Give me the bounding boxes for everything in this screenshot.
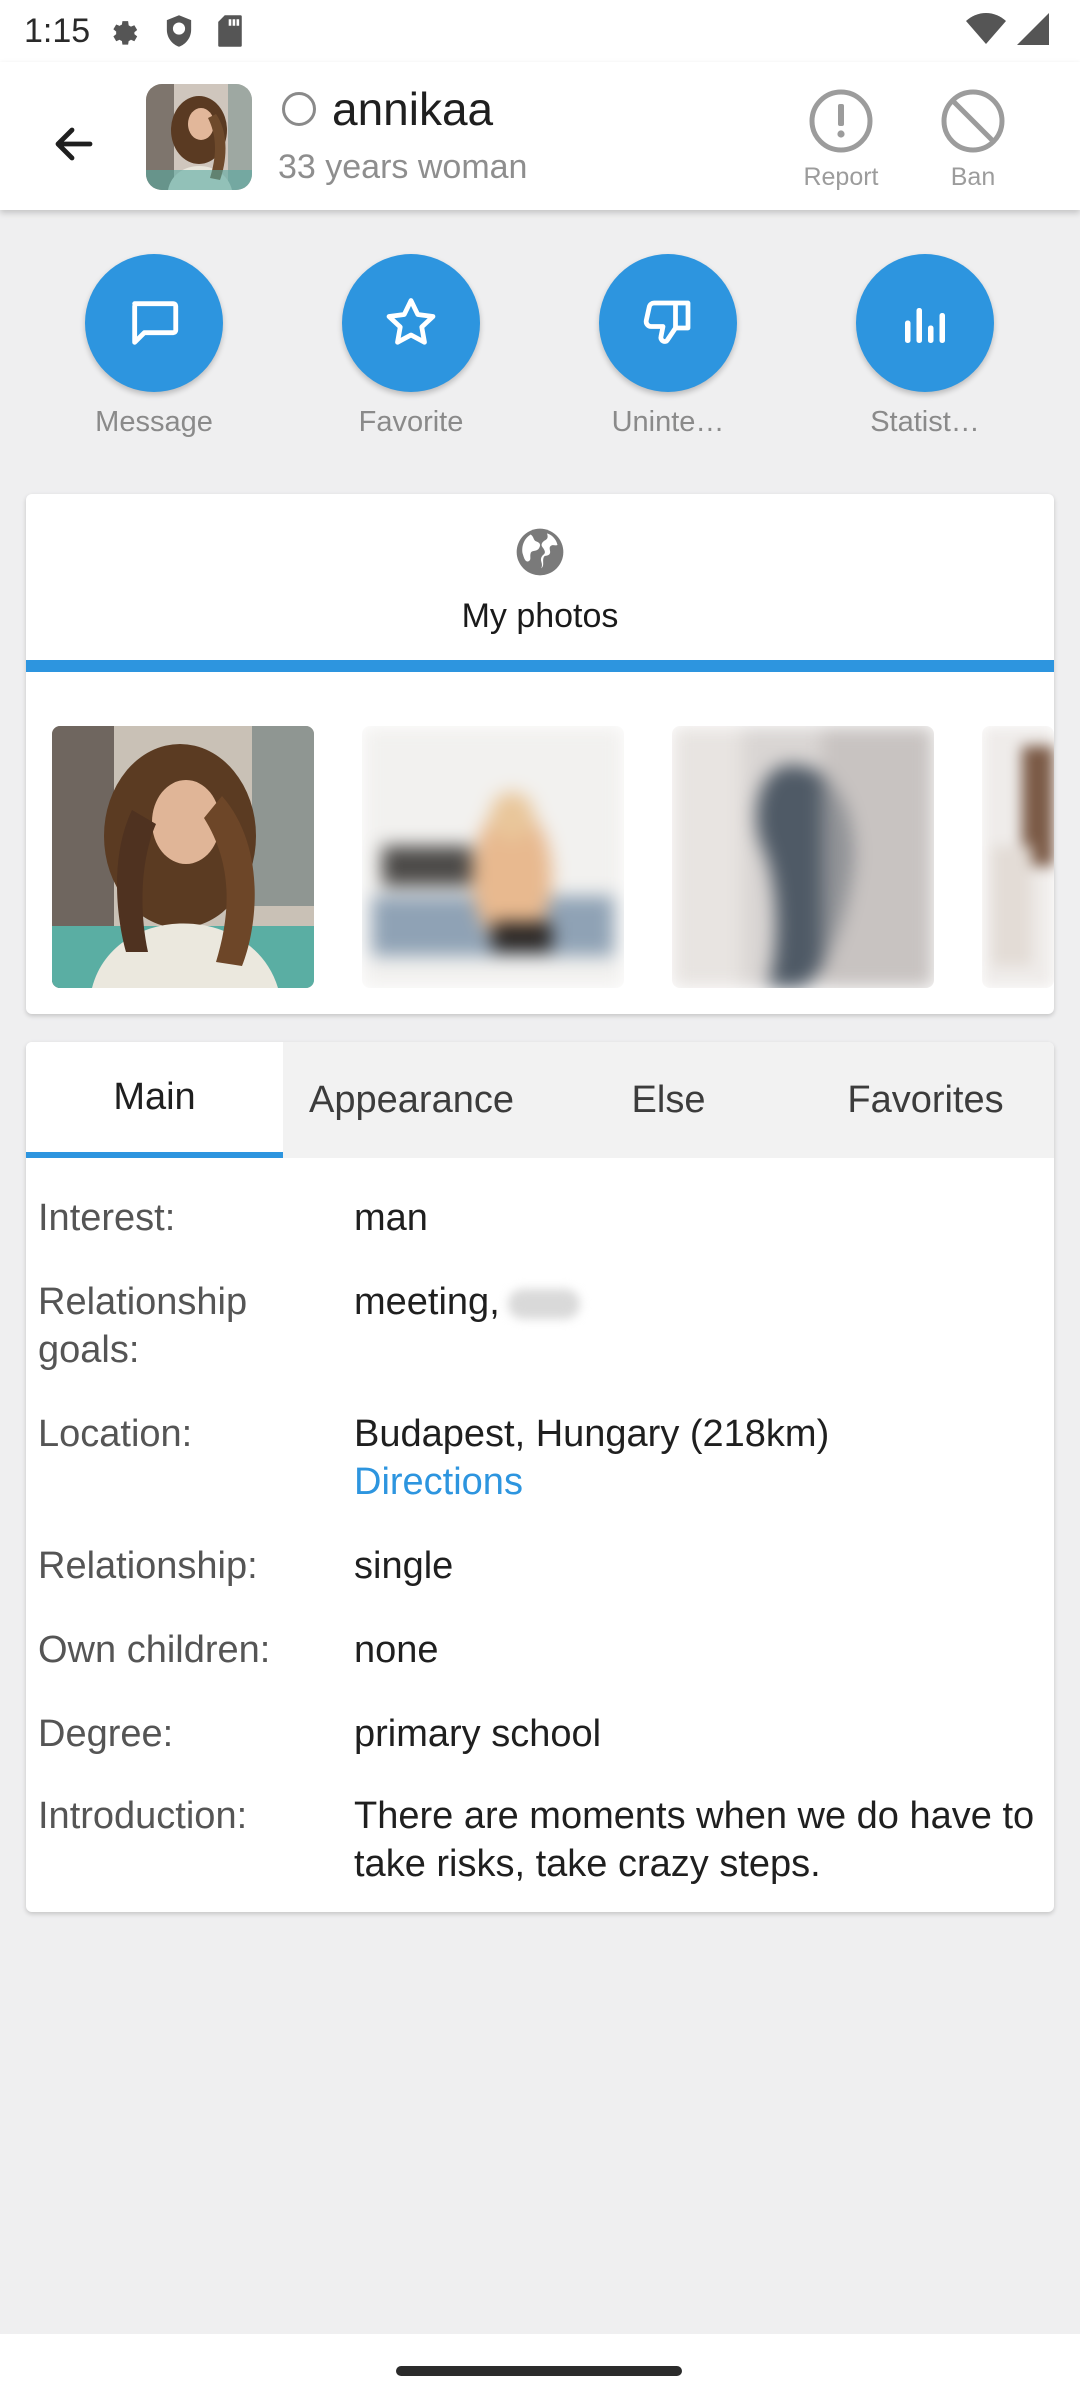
thumb-down-icon	[643, 300, 691, 344]
system-navigation-bar	[0, 2334, 1080, 2400]
photos-title: My photos	[461, 597, 619, 635]
detail-value: Budapest, Hungary (218km) Directions	[354, 1410, 1044, 1506]
back-button[interactable]	[32, 102, 116, 186]
statistics-label: Statist…	[870, 406, 980, 438]
info-tabs: Main Appearance Else Favorites	[26, 1042, 1054, 1158]
offline-circle-icon	[282, 92, 316, 126]
globe-icon	[516, 528, 564, 576]
status-bar: 1:15	[0, 0, 1080, 62]
ban-button[interactable]: Ban	[918, 88, 1028, 192]
avatar[interactable]	[146, 84, 252, 190]
photos-card: My photos	[26, 494, 1054, 1014]
detail-label: Interest:	[38, 1197, 176, 1239]
arrow-back-icon	[55, 127, 93, 161]
alert-circle-icon	[809, 89, 873, 153]
ban-label: Ban	[950, 163, 996, 191]
statistics-button[interactable]: Statist…	[835, 252, 1015, 439]
message-button[interactable]: Message	[64, 252, 244, 439]
star-icon	[386, 298, 436, 345]
tab-else[interactable]: Else	[540, 1042, 797, 1158]
detail-label: Introduction:	[38, 1795, 248, 1837]
bar-chart-icon	[905, 308, 945, 343]
detail-label: Relationship goals:	[38, 1281, 248, 1371]
detail-value: single	[354, 1545, 454, 1587]
favorite-label: Favorite	[358, 406, 464, 438]
hidden-value	[507, 1288, 580, 1319]
tab-main[interactable]: Main	[26, 1042, 283, 1158]
report-button[interactable]: Report	[786, 88, 896, 192]
detail-value: man	[354, 1197, 428, 1239]
message-label: Message	[95, 406, 213, 438]
profile-header: annikaa 33 years woman Report Ban	[0, 62, 1080, 210]
photos-tab[interactable]: My photos	[26, 494, 1054, 672]
signal-icon	[1017, 13, 1049, 45]
uninterested-label: Uninte…	[611, 406, 725, 438]
photos-tab-indicator	[26, 660, 1054, 672]
photo-thumbnail-blurred[interactable]	[982, 726, 1054, 988]
report-label: Report	[803, 163, 879, 191]
tab-favorites[interactable]: Favorites	[797, 1042, 1054, 1158]
status-time: 1:15	[24, 12, 91, 50]
directions-link[interactable]: Directions	[354, 1458, 1044, 1506]
settings-icon	[113, 21, 138, 45]
photo-thumbnail-blurred[interactable]	[362, 726, 624, 988]
block-icon	[941, 89, 1005, 153]
photo-strip[interactable]	[52, 726, 1054, 988]
profile-username: annikaa	[332, 83, 494, 135]
chat-bubble-icon	[132, 301, 179, 345]
detail-label: Relationship:	[38, 1545, 258, 1587]
photo-thumbnail[interactable]	[52, 726, 314, 988]
home-gesture-handle[interactable]	[396, 2366, 682, 2376]
uninterested-button[interactable]: Uninte…	[578, 252, 758, 439]
detail-value: meeting,	[354, 1278, 1044, 1326]
detail-value: There are moments when we do have to tak…	[354, 1795, 1035, 1885]
profile-info-card: Main Appearance Else Favorites Interest:…	[26, 1042, 1054, 1912]
profile-subtitle: 33 years woman	[278, 148, 528, 186]
profile-actions: Message Favorite Uninte… Statist…	[0, 252, 1080, 452]
detail-value: primary school	[354, 1713, 602, 1755]
shield-icon	[166, 15, 192, 47]
detail-label: Own children:	[38, 1629, 271, 1671]
photo-thumbnail-blurred[interactable]	[672, 726, 934, 988]
tab-appearance[interactable]: Appearance	[283, 1042, 540, 1158]
wifi-icon	[966, 13, 1006, 44]
favorite-button[interactable]: Favorite	[321, 252, 501, 439]
detail-label: Degree:	[38, 1713, 174, 1755]
sd-card-icon	[218, 15, 242, 47]
detail-value: none	[354, 1629, 439, 1671]
detail-label: Location:	[38, 1413, 193, 1455]
